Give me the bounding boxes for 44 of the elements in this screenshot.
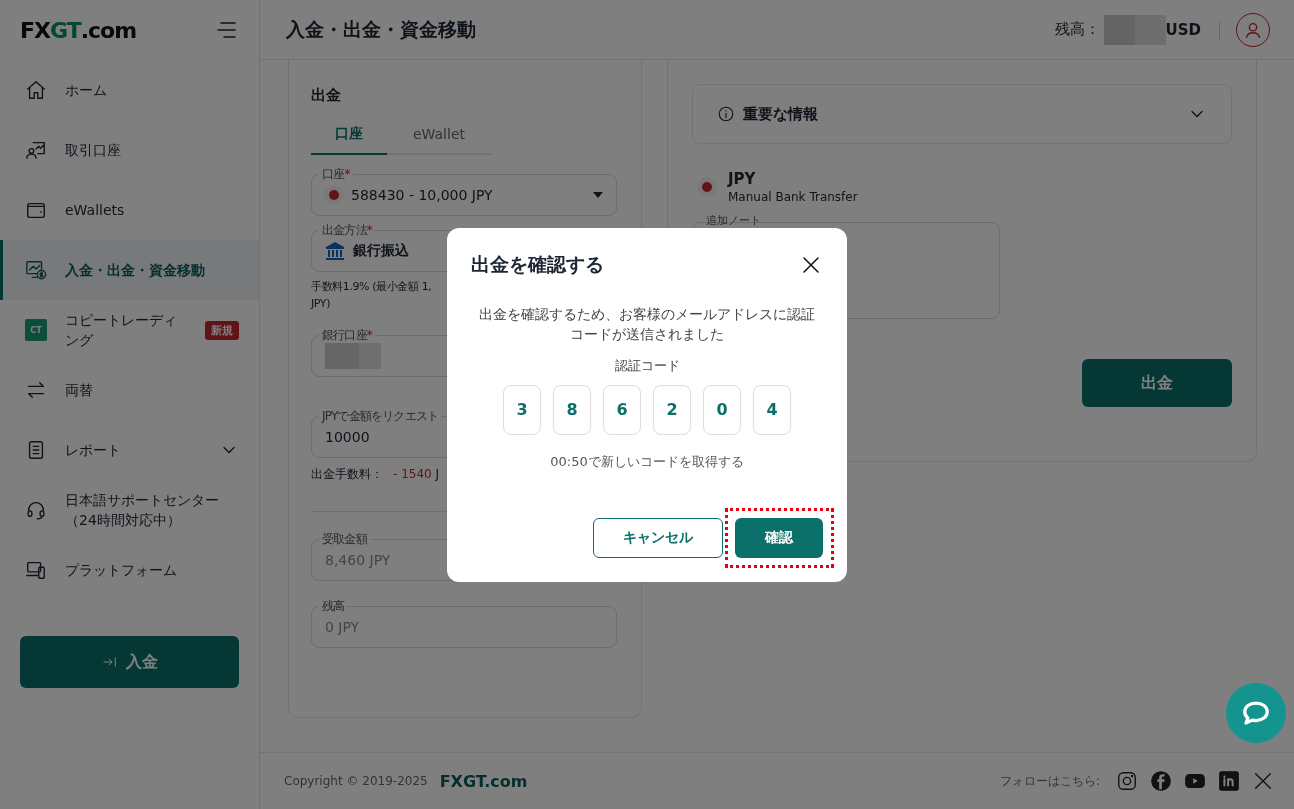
fee-value: - 1540 bbox=[393, 467, 432, 481]
copyright-text: Copyright © 2019-2025 bbox=[284, 774, 428, 788]
dialog-message: 出金を確認するため、お客様のメールアドレスに認証コードが送信されました bbox=[478, 304, 816, 344]
field-label: JPYで金額をリクエスト bbox=[322, 409, 439, 423]
required-mark: * bbox=[366, 328, 372, 342]
sidebar-item-label: レポート bbox=[65, 441, 122, 460]
sidebar-item-label: 入金・出金・資金移動 bbox=[65, 261, 206, 280]
account-value: 588430 - 10,000 JPY bbox=[351, 187, 493, 203]
field-label: 出金方法 bbox=[322, 223, 367, 237]
sidebar-item-label: ホーム bbox=[65, 81, 108, 100]
sidebar-item-label: 両替 bbox=[65, 381, 94, 400]
dialog-title: 出金を確認する bbox=[471, 251, 604, 277]
code-label: 認証コード bbox=[613, 357, 681, 375]
sidebar-item-label: プラットフォーム bbox=[65, 561, 178, 580]
method-value: 銀行振込 bbox=[353, 242, 409, 260]
page-title: 入金・出金・資金移動 bbox=[286, 16, 476, 42]
new-badge: 新規 bbox=[205, 320, 239, 340]
fee-label: 出金手数料： bbox=[311, 467, 383, 481]
follow-label: フォローはこちら: bbox=[999, 772, 1100, 790]
fee-note: 手数料1.9% (最小金額 1, bbox=[311, 279, 433, 295]
field-label: 口座 bbox=[322, 167, 345, 181]
amount-value: 10000 bbox=[325, 429, 370, 445]
balance-currency: USD bbox=[1165, 20, 1220, 39]
received-value: 8,460 JPY bbox=[325, 552, 391, 568]
sidebar-item-label: 取引口座 bbox=[65, 141, 122, 160]
currency-code: JPY bbox=[728, 170, 757, 188]
sidebar-item-label: コピートレーディング bbox=[65, 311, 178, 350]
sidebar-item-label: eWallets bbox=[65, 201, 126, 220]
field-label: 受取金額 bbox=[322, 532, 367, 546]
required-mark: * bbox=[366, 223, 372, 237]
copy-trading-icon: CT bbox=[25, 319, 47, 341]
fee-unit: J bbox=[435, 467, 440, 481]
note-label: 追加ノート bbox=[706, 214, 762, 228]
required-mark: * bbox=[344, 167, 350, 181]
fee-note: JPY) bbox=[311, 296, 332, 312]
accordion-title: 重要な情報 bbox=[743, 104, 818, 124]
resend-text: 00:50で新しいコードを取得する bbox=[549, 452, 745, 471]
card-title: 出金 bbox=[311, 86, 342, 105]
sidebar-item-label: 日本語サポートセンター（24時間対応中） bbox=[65, 491, 220, 530]
field-label: 銀行口座 bbox=[322, 328, 367, 342]
balance-label: 残高： bbox=[1054, 20, 1100, 39]
balance-value: 0 JPY bbox=[325, 619, 360, 635]
currency-method: Manual Bank Transfer bbox=[728, 190, 858, 204]
field-label: 残高 bbox=[322, 599, 345, 613]
